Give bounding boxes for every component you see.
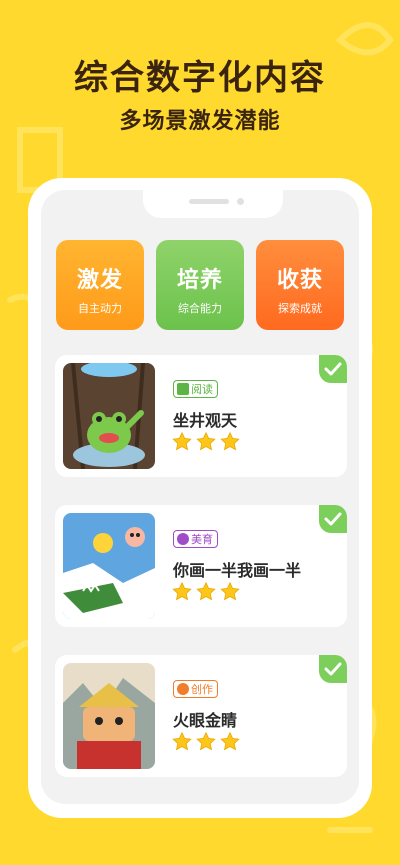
phone-frame: 激发 自主动力 培养 综合能力 收获 探索成就 阅读 坐井观天 美育 你画一半我… xyxy=(28,178,372,818)
star-rating xyxy=(172,582,240,601)
tile-subtitle: 自主动力 xyxy=(78,302,122,315)
phone-screen: 激发 自主动力 培养 综合能力 收获 探索成就 阅读 坐井观天 美育 你画一半我… xyxy=(41,190,359,804)
star-icon xyxy=(172,582,192,601)
completed-check xyxy=(319,355,347,383)
badge-label: 美育 xyxy=(191,532,213,546)
star-icon xyxy=(220,582,240,601)
tile-title: 激发 xyxy=(76,268,123,293)
content-card[interactable]: 创作 火眼金睛 xyxy=(55,655,347,777)
camera xyxy=(237,198,244,205)
card-thumbnail xyxy=(63,663,155,769)
tile-inspire[interactable]: 激发 自主动力 xyxy=(56,240,144,330)
brush-icon xyxy=(177,683,189,695)
star-icon xyxy=(172,432,192,451)
feature-tiles: 激发 自主动力 培养 综合能力 收获 探索成就 xyxy=(56,240,344,330)
star-icon xyxy=(196,582,216,601)
star-icon xyxy=(196,732,216,751)
page-title: 综合数字化内容 xyxy=(74,58,326,98)
badge-label: 创作 xyxy=(191,682,213,696)
badge-label: 阅读 xyxy=(191,382,213,396)
star-icon xyxy=(220,432,240,451)
category-badge: 阅读 xyxy=(173,380,218,398)
completed-check xyxy=(319,505,347,533)
card-thumbnail xyxy=(63,363,155,469)
card-thumbnail xyxy=(63,513,155,619)
category-badge: 美育 xyxy=(173,530,218,548)
check-icon xyxy=(324,362,342,376)
star-icon xyxy=(172,732,192,751)
book-icon xyxy=(177,383,189,395)
check-icon xyxy=(324,662,342,676)
star-icon xyxy=(196,432,216,451)
card-title: 坐井观天 xyxy=(173,411,238,430)
tile-cultivate[interactable]: 培养 综合能力 xyxy=(156,240,244,330)
page-subtitle: 多场景激发潜能 xyxy=(119,109,281,134)
tile-title: 培养 xyxy=(176,268,223,293)
completed-check xyxy=(319,655,347,683)
phone-notch xyxy=(143,190,283,218)
check-icon xyxy=(324,512,342,526)
content-card[interactable]: 阅读 坐井观天 xyxy=(55,355,347,477)
star-rating xyxy=(172,432,240,451)
tile-harvest[interactable]: 收获 探索成就 xyxy=(256,240,344,330)
category-badge: 创作 xyxy=(173,680,218,698)
palette-icon xyxy=(177,533,189,545)
tile-subtitle: 综合能力 xyxy=(178,302,222,315)
speaker xyxy=(189,199,229,204)
card-title: 火眼金睛 xyxy=(173,711,238,730)
card-title: 你画一半我画一半 xyxy=(173,561,302,580)
tile-title: 收获 xyxy=(276,268,323,293)
star-rating xyxy=(172,732,240,751)
content-card[interactable]: 美育 你画一半我画一半 xyxy=(55,505,347,627)
tile-subtitle: 探索成就 xyxy=(278,302,322,315)
star-icon xyxy=(220,732,240,751)
